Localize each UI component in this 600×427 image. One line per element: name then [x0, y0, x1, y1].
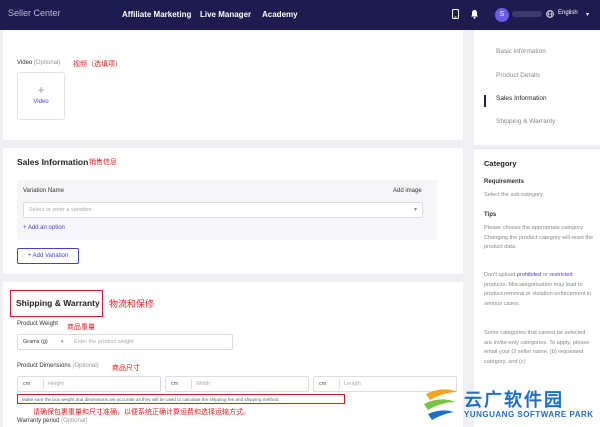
tips-text-1: Please choose the appropriate category. … [484, 225, 594, 250]
sales-info-title: Sales Information [17, 157, 89, 167]
shipping-annotation: 物流和保修 [109, 299, 155, 309]
steps-panel: Basic information Product Details Sales … [474, 30, 600, 145]
video-annotation: 视频（选填项） [73, 61, 122, 68]
step-product-details[interactable]: Product Details [496, 72, 540, 79]
variation-panel: Variation Name Add image Select or enter… [17, 180, 437, 240]
language-selector[interactable]: English [558, 10, 578, 16]
bell-icon[interactable] [470, 9, 479, 21]
weight-annotation: 商品重量 [67, 324, 95, 331]
variation-name-label: Variation Name [23, 188, 64, 194]
tips-text-2: Don't upload prohibited or restricted pr… [484, 272, 592, 307]
dimension-warning: Make sure the box weight and dimensions … [17, 394, 345, 404]
requirements-heading: Requirements [484, 179, 525, 185]
shipping-title: Shipping & Warranty [16, 298, 100, 308]
watermark-swoosh-icon [424, 389, 458, 420]
avatar[interactable]: S [495, 8, 509, 22]
watermark-title: 云广软件园 [464, 390, 564, 411]
active-step-indicator [484, 95, 486, 107]
tips-heading: Tips [484, 212, 497, 218]
step-basic-information[interactable]: Basic information [496, 48, 546, 55]
weight-unit-select[interactable]: Grams (g) [23, 339, 48, 345]
sales-info-annotation: 销售信息 [89, 159, 117, 166]
restricted-link[interactable]: restricted [550, 272, 573, 278]
product-dimensions-label: Product Dimensions (Optional) [17, 363, 99, 369]
add-variation-button[interactable]: + Add Variation [17, 248, 79, 264]
requirements-text: Select the sub-category. [484, 192, 544, 198]
variation-select[interactable]: Select or enter a variation ▾ [23, 202, 423, 218]
user-name-redacted[interactable] [512, 11, 542, 17]
section-divider [3, 140, 463, 148]
video-upload-button[interactable]: + Video [17, 72, 65, 120]
step-shipping-warranty[interactable]: Shipping & Warranty [496, 118, 555, 125]
section-divider [3, 274, 463, 282]
chevron-down-icon: ▾ [61, 339, 64, 345]
tips-text-3: Some categories that cannot be selected … [484, 330, 590, 365]
video-upload-label: Video [33, 99, 49, 105]
chevron-down-icon[interactable]: ▾ [586, 10, 589, 20]
nav-academy[interactable]: Academy [262, 10, 298, 19]
add-image-link[interactable]: Add image [393, 188, 422, 194]
height-input[interactable]: cm Height [17, 376, 161, 392]
globe-icon[interactable] [546, 10, 554, 20]
top-nav-bar: Seller Center Affiliate Marketing Live M… [0, 0, 600, 30]
step-sales-information[interactable]: Sales Information [496, 95, 547, 102]
watermark-logo: 云广软件园 YUNGUANG SOFTWARE PARK [418, 380, 600, 427]
help-title: Category [484, 159, 517, 168]
watermark-subtitle: YUNGUANG SOFTWARE PARK [464, 410, 594, 419]
warranty-label: Warranty period (Optional) [17, 418, 88, 424]
video-label: Video (Optional) [17, 60, 61, 66]
chevron-down-icon: ▾ [413, 207, 417, 213]
product-weight-input[interactable]: Grams (g) ▾ Enter the product weight [17, 334, 233, 350]
product-form: Video (Optional) 视频（选填项） + Video Sales I… [3, 30, 463, 427]
plus-icon: + [37, 83, 45, 97]
phone-icon[interactable] [452, 9, 459, 21]
warning-annotation: 请确保包裹重量和尺寸准确，以便系统正确计算运费和选择运输方式。 [33, 409, 250, 416]
dimensions-annotation: 商品尺寸 [112, 365, 140, 372]
brand-logo[interactable]: Seller Center [8, 8, 61, 18]
nav-affiliate-marketing[interactable]: Affiliate Marketing [122, 10, 191, 19]
prohibited-link[interactable]: prohibited [517, 272, 542, 278]
add-option-link[interactable]: + Add an option [23, 225, 65, 231]
width-input[interactable]: cm Width [165, 376, 309, 392]
nav-live-manager[interactable]: Live Manager [200, 10, 251, 19]
product-weight-label: Product Weight [17, 321, 58, 327]
